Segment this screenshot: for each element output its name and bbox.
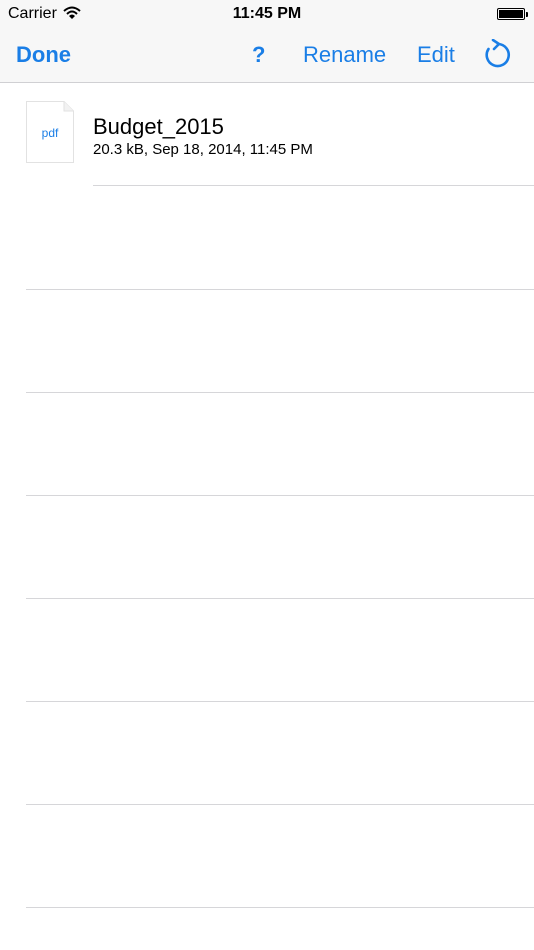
empty-row-divider <box>26 804 534 805</box>
file-row[interactable]: pdf Budget_2015 20.3 kB, Sep 18, 2014, 1… <box>0 84 534 186</box>
file-meta: 20.3 kB, Sep 18, 2014, 11:45 PM <box>93 141 313 158</box>
done-button[interactable]: Done <box>16 42 71 68</box>
empty-row-divider <box>26 495 534 496</box>
status-bar: Carrier 11:45 PM <box>0 0 534 30</box>
battery-tip <box>526 12 528 17</box>
empty-row-divider <box>26 598 534 599</box>
battery-level <box>499 10 523 18</box>
file-name: Budget_2015 <box>93 114 224 139</box>
help-button[interactable]: ? <box>252 42 265 68</box>
edit-button[interactable]: Edit <box>417 42 455 68</box>
empty-row-divider <box>26 289 534 290</box>
empty-row-divider <box>26 701 534 702</box>
battery-icon <box>497 8 528 20</box>
status-time: 11:45 PM <box>232 5 302 22</box>
empty-row-divider <box>26 392 534 393</box>
row-separator <box>93 185 534 186</box>
rename-button[interactable]: Rename <box>303 42 386 68</box>
empty-row-divider <box>26 907 534 908</box>
file-type-label: pdf <box>41 126 59 140</box>
navigation-bar: Done ? Rename Edit <box>0 30 534 83</box>
refresh-icon[interactable] <box>482 39 512 69</box>
